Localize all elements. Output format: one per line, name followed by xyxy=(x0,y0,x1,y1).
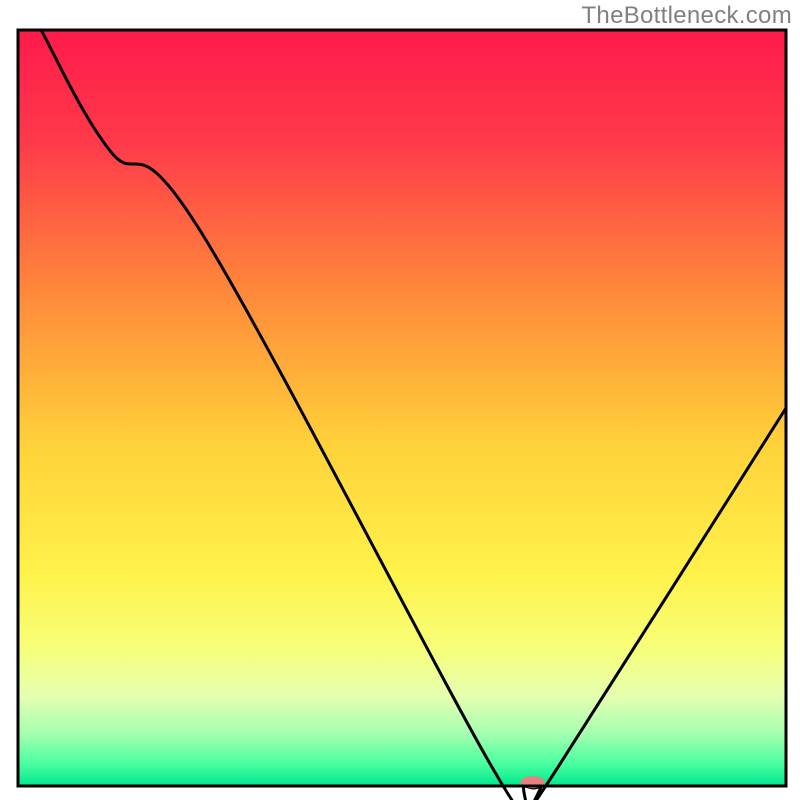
chart-svg xyxy=(0,0,800,800)
watermark-text: TheBottleneck.com xyxy=(581,2,792,30)
plot-background xyxy=(18,30,786,786)
bottleneck-chart: TheBottleneck.com xyxy=(0,0,800,800)
